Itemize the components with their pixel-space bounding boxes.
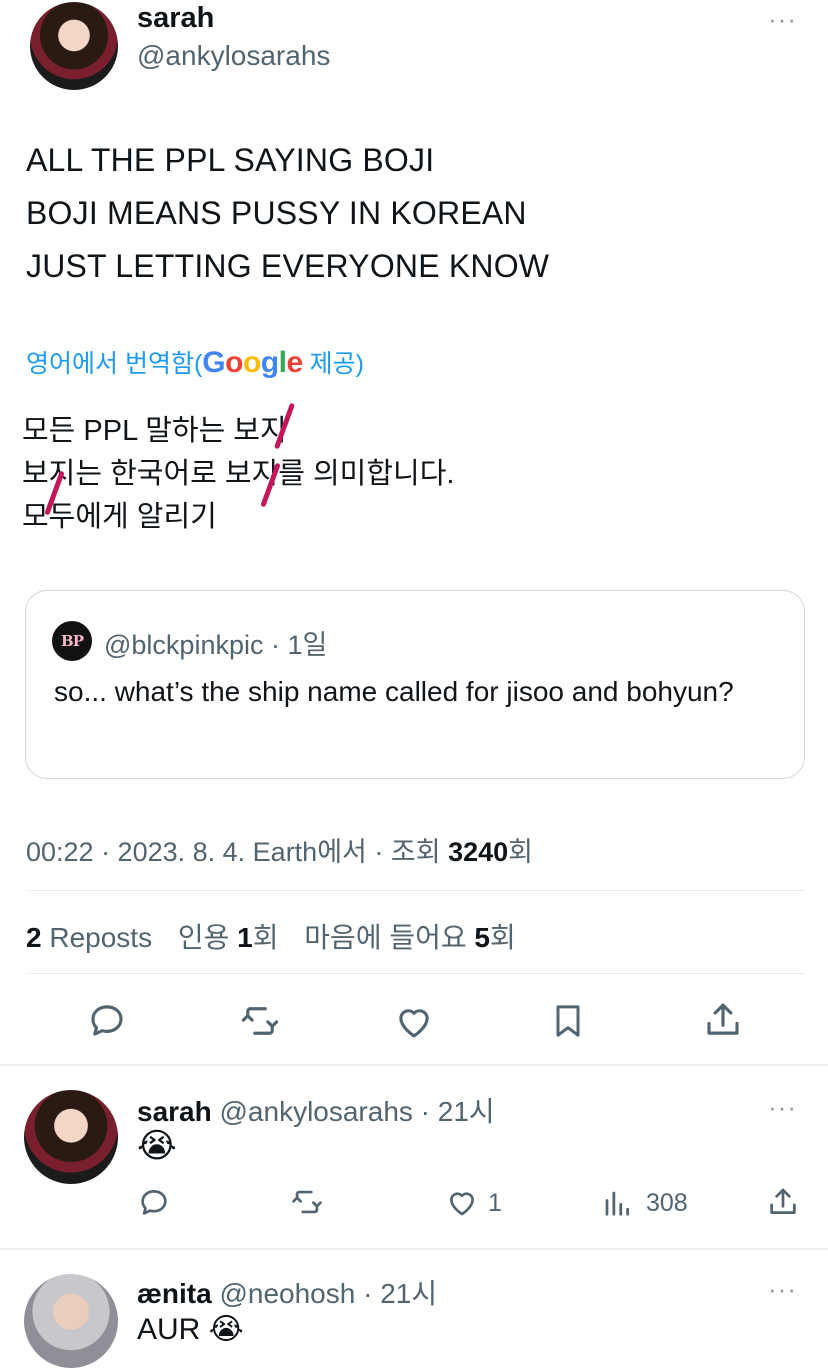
view-count: 308 [646,1189,688,1217]
share-icon[interactable] [766,1184,800,1220]
tweet-meta: 00:22 · 2023. 8. 4. Earth에서 · 조회 3240회 [26,830,533,869]
share-icon[interactable] [702,998,744,1042]
author-name[interactable]: sarah [137,2,214,35]
google-letter: o [242,346,261,379]
google-logo: Google [202,346,303,379]
translated-line: 모든 PPL 말하는 보지 [22,415,287,447]
translated-line: 보지는 한국어로 보지를 의미합니다. [22,458,455,490]
reposts-count: 2 [26,922,42,953]
bookmark-icon[interactable] [548,998,588,1044]
quoted-header: @blckpinkpic · 1일 [104,623,327,662]
reply-text: AUR 😭 [137,1313,244,1346]
more-icon[interactable]: ··· [768,1276,797,1302]
likes-count: 5 [474,922,490,953]
translated-line: 모두에게 알리기 [22,501,217,533]
more-icon[interactable]: ··· [768,6,797,32]
google-letter: g [260,346,279,379]
divider [26,973,804,974]
reply-author-handle[interactable]: @neohosh [219,1278,355,1309]
tweet-line: BOJI MEANS PUSSY IN KOREAN [26,195,527,231]
view-count: 3240 [448,837,509,867]
quoted-text: so... what’s the ship name called for ji… [54,676,734,707]
quoted-tweet[interactable]: BP @blckpinkpic · 1일 so... what’s the sh… [25,590,805,779]
like-icon[interactable] [444,1185,480,1219]
quoted-handle: @blckpinkpic [104,630,264,660]
repost-icon[interactable] [238,1000,282,1042]
like-count: 1 [488,1189,502,1217]
reply-time: · 21시 [355,1278,438,1309]
repost-icon[interactable] [288,1185,326,1219]
likes-suffix: 회 [490,922,516,953]
google-letter: G [202,346,226,379]
author-handle[interactable]: @ankylosarahs [137,40,330,72]
quotes-suffix: 회 [252,922,279,953]
likes-label: 마음에 들어요 [304,922,475,953]
reply-author-name[interactable]: sarah [137,1096,212,1127]
reply-text: 😭 [137,1127,177,1165]
reply-header: ænita @neohosh · 21시 [137,1272,437,1312]
engagement-stats: 2 Reposts 인용 1회 마음에 들어요 5회 [26,916,516,956]
like-icon[interactable] [392,1000,436,1042]
reply-icon[interactable] [86,999,128,1041]
divider [0,1248,828,1250]
quoted-time: · 1일 [263,630,328,660]
likes-stat[interactable]: 마음에 들어요 5회 [304,922,515,953]
tweet-text: ALL THE PPL SAYING BOJI BOJI MEANS PUSSY… [26,134,549,293]
translated-text: 모든 PPL 말하는 보지 보지는 한국어로 보지를 의미합니다. 모두에게 알… [22,410,454,539]
quotes-stat[interactable]: 인용 1회 [178,922,279,953]
avatar[interactable] [30,2,118,90]
reposts-stat[interactable]: 2 Reposts [26,922,152,953]
reply-header: sarah @ankylosarahs · 21시 [137,1090,495,1130]
reply-icon[interactable] [137,1185,171,1219]
divider [0,1064,828,1066]
view-suffix: 회 [508,837,533,867]
google-letter: o [225,346,243,379]
reposts-label: Reposts [41,922,153,953]
translation-link[interactable]: 영어에서 번역함(Google 제공) [26,344,364,380]
tweet-timestamp: 00:22 · 2023. 8. 4. Earth에서 · 조회 [26,837,449,867]
divider [26,890,804,891]
quotes-count: 1 [237,922,253,953]
quotes-label: 인용 [177,922,238,953]
more-icon[interactable]: ··· [768,1094,797,1120]
translation-suffix: 제공) [302,350,364,378]
tweet-line: JUST LETTING EVERYONE KNOW [26,248,550,284]
reply-avatar[interactable] [24,1274,118,1368]
translation-prefix: 영어에서 번역함( [26,350,203,378]
tweet-line: ALL THE PPL SAYING BOJI [26,142,435,178]
reply-author-handle[interactable]: @ankylosarahs [220,1096,413,1127]
quoted-avatar: BP [52,621,92,661]
reply-avatar[interactable] [24,1090,118,1184]
reply-author-name[interactable]: ænita [137,1278,212,1309]
reply-time: · 21시 [412,1096,495,1127]
views-icon[interactable] [602,1187,632,1219]
google-letter: e [286,346,303,379]
